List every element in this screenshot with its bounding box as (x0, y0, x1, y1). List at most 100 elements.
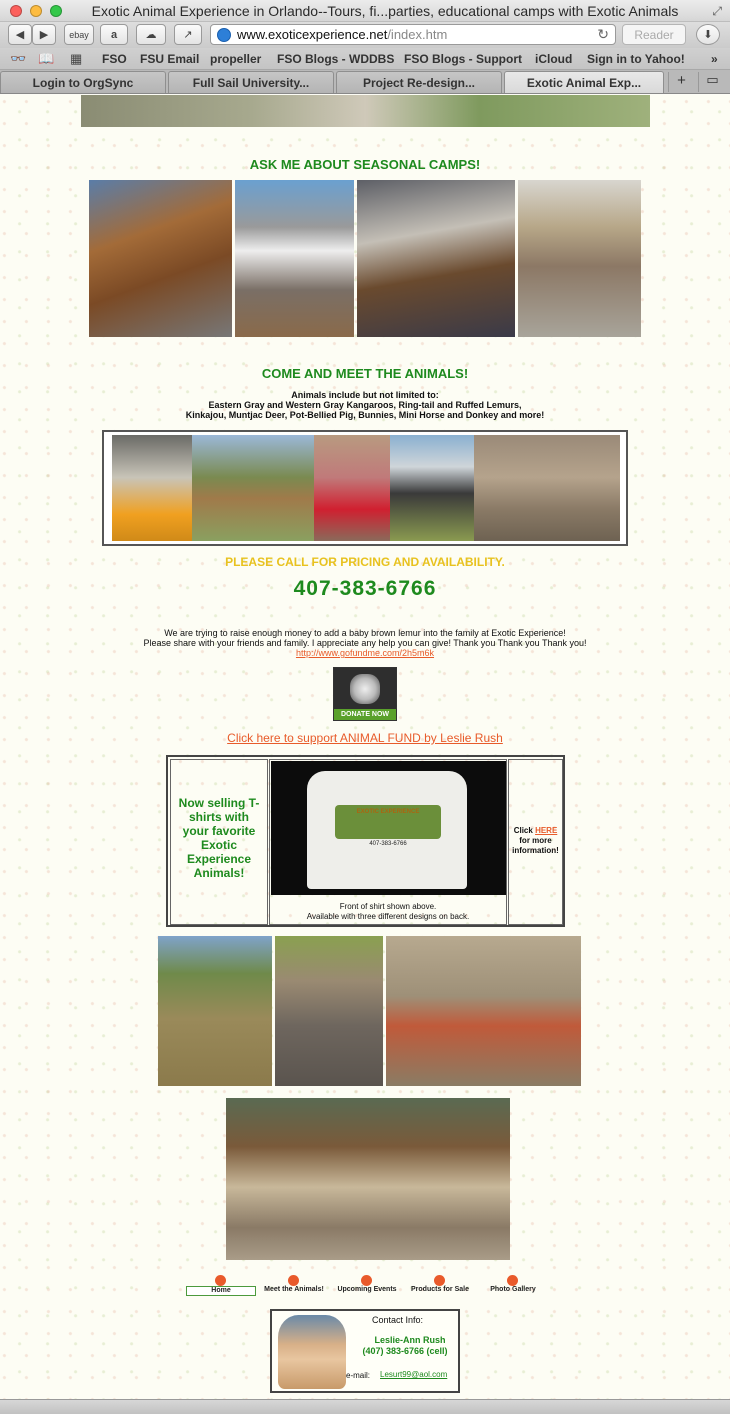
nav-dot-icon (215, 1275, 226, 1286)
fundraiser-link-row: http://www.gofundme.com/2h5m6k (0, 648, 730, 659)
pricing-text: PLEASE CALL FOR PRICING AND AVAILABILITY… (225, 555, 505, 569)
nav-products[interactable]: Products for Sale (405, 1275, 475, 1297)
tab-orgsync[interactable]: Login to OrgSync (0, 71, 166, 93)
nav-home[interactable]: Home (186, 1275, 256, 1297)
ebay-extension-button[interactable]: ebay (64, 24, 94, 45)
bookmark-item[interactable]: FSO (102, 52, 127, 66)
bookmarks-bar: 👓 📖 ▦ FSO FSU Email propeller FSO Blogs … (0, 48, 730, 70)
bookmark-item[interactable]: iCloud (535, 52, 572, 66)
minimize-window-button[interactable] (30, 5, 42, 17)
bookmark-item[interactable]: FSO Blogs - WDDBS (277, 52, 394, 66)
tshirt-promo-table: Now selling T-shirts with your favorite … (166, 755, 565, 927)
photo-leslie-kangaroo (158, 936, 272, 1086)
share-button[interactable]: ↗ (174, 24, 202, 45)
donate-now-button[interactable]: DONATE NOW (333, 667, 397, 721)
tshirt-image-cell: EXOTIC EXPERIENCE 407-383-6766 Front of … (269, 759, 507, 925)
new-tab-button[interactable]: + (668, 72, 694, 92)
window-titlebar: Exotic Animal Experience in Orlando--Tou… (0, 0, 730, 22)
nav-label: Photo Gallery (490, 1286, 536, 1293)
seasonal-camps-heading: ASK ME ABOUT SEASONAL CAMPS! (249, 157, 481, 172)
nav-label: Upcoming Events (337, 1286, 397, 1293)
more-bookmarks-icon[interactable]: » (711, 52, 718, 66)
tshirt-caption-line1: Front of shirt shown above. (339, 902, 437, 911)
tab-bar: Login to OrgSync Full Sail University...… (0, 70, 730, 94)
chevron-left-icon: ◀ (15, 29, 25, 41)
zoom-window-button[interactable] (50, 5, 62, 17)
globe-icon (217, 27, 231, 42)
camp-photo-mascot (235, 180, 354, 337)
amazon-extension-button[interactable]: a (100, 24, 128, 45)
tshirt-caption-line2: Available with three different designs o… (306, 912, 470, 921)
nav-label: Meet the Animals! (264, 1286, 324, 1293)
photo-lemur-monkey (386, 936, 581, 1086)
bookmarks-book-icon[interactable]: 📖 (38, 51, 54, 67)
nav-photo-gallery[interactable]: Photo Gallery (478, 1275, 548, 1297)
top-sites-grid-icon[interactable]: ▦ (70, 51, 82, 67)
icloud-tabs-button[interactable]: ☁ (136, 24, 166, 45)
gofundme-link[interactable]: http://www.gofundme.com/2h5m6k (296, 648, 434, 658)
bookmark-item[interactable]: FSU Email (140, 52, 199, 66)
tshirt-here-link[interactable]: HERE (535, 826, 557, 835)
window-title: Exotic Animal Experience in Orlando--Tou… (91, 3, 679, 19)
contact-name: Leslie-Ann Rush (374, 1335, 446, 1345)
tab-list-icon: ▭ (706, 72, 719, 87)
tshirt-caption: Front of shirt shown above. Available wi… (270, 902, 506, 922)
plus-icon: + (677, 72, 686, 89)
bookmark-item[interactable]: Sign in to Yahoo! (587, 52, 685, 66)
camp-photo-classroom (518, 180, 641, 337)
tshirt-more-info-cell: Click HERE for more information! (508, 759, 563, 925)
contact-email-label: e-mail: (346, 1371, 371, 1380)
more-info-text: for more information! (512, 836, 559, 855)
photo-barn-animals (226, 1098, 510, 1260)
web-page: ASK ME ABOUT SEASONAL CAMPS! COME AND ME… (0, 95, 730, 1399)
kangaroo-closeup-photo (474, 435, 620, 541)
tshirt-phone: 407-383-6766 (369, 841, 407, 847)
contact-email-link[interactable]: Lesurt99@aol.com (380, 1370, 447, 1379)
url-host: www.exoticexperience.net (237, 27, 388, 42)
tab-exotic-animal[interactable]: Exotic Animal Exp... (504, 71, 664, 93)
animal-fund-link[interactable]: Click here to support ANIMAL FUND by Les… (227, 731, 503, 745)
downloads-button[interactable]: ⬇ (696, 24, 720, 45)
donate-photo (350, 674, 380, 704)
kinkajou-photo (192, 435, 314, 541)
nav-dot-icon (361, 1275, 372, 1286)
animal-photo-strip (102, 430, 628, 546)
animals-list-line2: Kinkajou, Muntjac Deer, Pot-Bellied Pig,… (185, 410, 545, 420)
donate-label: DONATE NOW (334, 709, 396, 720)
zebra-photo (390, 435, 474, 541)
nav-meet-animals[interactable]: Meet the Animals! (259, 1275, 329, 1297)
tshirt-logo: EXOTIC EXPERIENCE (335, 805, 441, 839)
url-path: /index.htm (387, 27, 448, 42)
camp-photo-crowd (357, 180, 515, 337)
back-button[interactable]: ◀ (8, 24, 32, 45)
tab-full-sail[interactable]: Full Sail University... (168, 71, 334, 93)
bookmark-item[interactable]: FSO Blogs - Support (404, 52, 522, 66)
tab-project-redesign[interactable]: Project Re-design... (336, 71, 502, 93)
tshirt-photo: EXOTIC EXPERIENCE 407-383-6766 (271, 761, 506, 895)
fullscreen-icon[interactable]: ⤢ (712, 4, 722, 19)
header-photo (81, 95, 650, 127)
nav-label: Home (186, 1286, 256, 1296)
share-icon: ↗ (183, 29, 193, 41)
camp-photo-pony (89, 180, 232, 337)
kangaroo-shirt-photo (314, 435, 390, 541)
cloud-icon: ☁ (145, 29, 157, 41)
browser-toolbar: ◀ ▶ ebay a ☁ ↗ www.exoticexperience.net /… (0, 22, 730, 48)
forward-button[interactable]: ▶ (32, 24, 56, 45)
nav-upcoming-events[interactable]: Upcoming Events (332, 1275, 402, 1297)
contact-info-box: Contact Info: Leslie-Ann Rush (407) 383-… (270, 1309, 460, 1393)
nav-label: Products for Sale (411, 1286, 469, 1293)
site-navigation: Home Meet the Animals! Upcoming Events P… (0, 1275, 730, 1297)
contact-phone: (407) 383-6766 (cell) (362, 1346, 448, 1356)
bookmark-item[interactable]: propeller (210, 52, 261, 66)
reading-list-icon[interactable]: 👓 (10, 51, 26, 67)
tshirt-promo-text: Now selling T-shirts with your favorite … (170, 759, 268, 925)
tab-overview-button[interactable]: ▭ (698, 72, 726, 92)
address-bar[interactable]: www.exoticexperience.net/index.htm ↻ (210, 24, 616, 45)
amazon-icon: a (110, 28, 118, 41)
status-bar (0, 1399, 730, 1414)
close-window-button[interactable] (10, 5, 22, 17)
reload-icon[interactable]: ↻ (597, 26, 609, 43)
chevron-right-icon: ▶ (39, 29, 49, 41)
reader-button[interactable]: Reader (622, 24, 686, 45)
